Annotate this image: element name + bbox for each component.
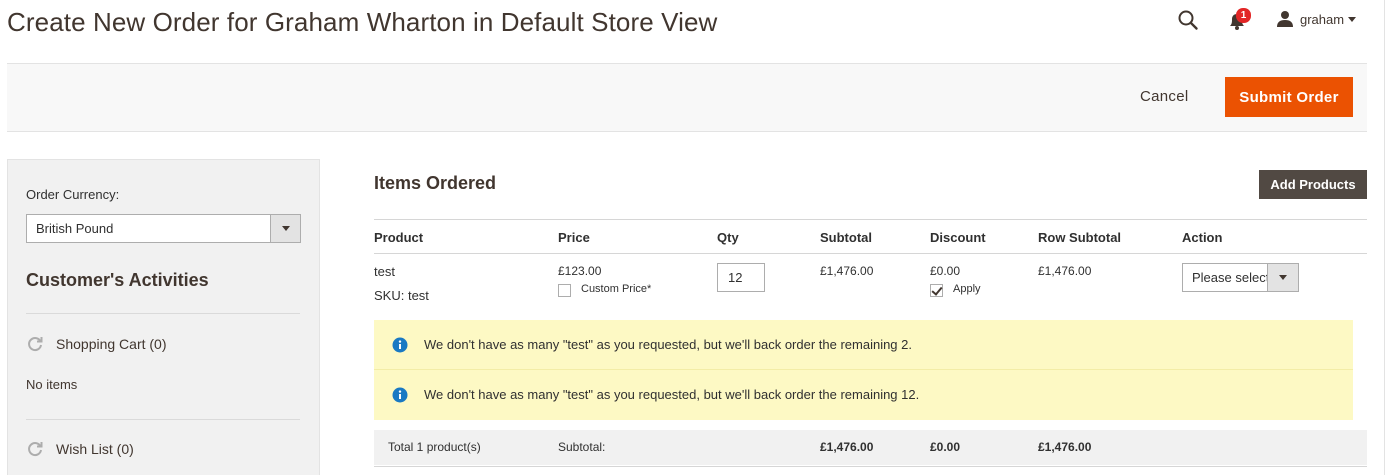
totals-subtotal-label: Subtotal:	[558, 440, 606, 454]
column-header-row-subtotal: Row Subtotal	[1038, 230, 1122, 245]
totals-discount: £0.00	[930, 440, 961, 454]
user-name[interactable]: graham	[1300, 12, 1344, 27]
column-header-action: Action	[1182, 230, 1223, 245]
totals-bottom-border	[374, 466, 1367, 467]
row-subtotal: £1,476.00	[820, 264, 874, 278]
divider	[26, 419, 300, 420]
notification-badge[interactable]: 1	[1236, 8, 1251, 23]
info-icon	[392, 337, 408, 353]
backorder-notice: We don't have as many "test" as you requ…	[374, 320, 1353, 370]
column-header-subtotal: Subtotal	[820, 230, 872, 245]
caret-down-icon[interactable]	[1348, 17, 1356, 22]
row-total: £1,476.00	[1038, 264, 1092, 278]
qty-input[interactable]: 12	[717, 263, 765, 292]
divider	[26, 313, 300, 314]
product-price: £123.00	[558, 264, 602, 278]
search-icon[interactable]	[1177, 9, 1199, 31]
notice-divider	[374, 369, 1353, 370]
info-icon	[392, 387, 408, 403]
chevron-down-icon[interactable]	[1267, 264, 1298, 291]
cancel-button[interactable]: Cancel	[1140, 88, 1189, 105]
totals-label: Total 1 product(s)	[388, 440, 481, 454]
custom-price-checkbox[interactable]	[558, 284, 571, 297]
refresh-icon[interactable]	[26, 335, 44, 353]
custom-price-label: Custom Price*	[581, 283, 652, 295]
column-header-qty: Qty	[717, 230, 739, 245]
add-products-button[interactable]: Add Products	[1259, 170, 1367, 199]
column-header-product: Product	[374, 230, 424, 245]
notice-message: We don't have as many "test" as you requ…	[424, 337, 912, 352]
notice-message: We don't have as many "test" as you requ…	[424, 387, 920, 402]
column-header-price: Price	[558, 230, 590, 245]
sidebar	[7, 159, 320, 475]
wish-list-section[interactable]: Wish List (0)	[26, 440, 134, 458]
refresh-icon[interactable]	[26, 440, 44, 458]
apply-discount-checkbox[interactable]	[930, 284, 943, 297]
row-action-select[interactable]: Please select	[1182, 263, 1299, 292]
product-sku: SKU: test	[374, 288, 429, 303]
row-discount: £0.00	[930, 264, 961, 278]
items-ordered-title: Items Ordered	[374, 173, 497, 193]
product-name: test	[374, 264, 395, 279]
chevron-down-icon[interactable]	[270, 215, 300, 242]
shopping-cart-section[interactable]: Shopping Cart (0)	[26, 335, 167, 353]
totals-row-subtotal: £1,476.00	[1038, 440, 1092, 454]
table-top-border	[374, 219, 1367, 220]
totals-subtotal: £1,476.00	[820, 440, 874, 454]
order-currency-select[interactable]: British Pound	[26, 214, 301, 243]
no-items-text: No items	[26, 377, 78, 392]
table-header-border	[374, 253, 1367, 254]
shopping-cart-label: Shopping Cart (0)	[56, 336, 167, 352]
customer-activities-title: Customer's Activities	[26, 270, 209, 290]
page-title: Create New Order for Graham Wharton in D…	[7, 7, 718, 37]
submit-order-button[interactable]: Submit Order	[1225, 77, 1353, 117]
user-icon[interactable]	[1276, 10, 1294, 28]
wish-list-label: Wish List (0)	[56, 441, 134, 457]
backorder-notice: We don't have as many "test" as you requ…	[374, 370, 1353, 420]
row-action-value: Please select	[1192, 270, 1270, 285]
scrollbar[interactable]	[1384, 0, 1397, 475]
order-currency-label: Order Currency:	[26, 187, 120, 202]
column-header-discount: Discount	[930, 230, 986, 245]
apply-label: Apply	[953, 283, 981, 295]
order-currency-value: British Pound	[36, 221, 114, 236]
